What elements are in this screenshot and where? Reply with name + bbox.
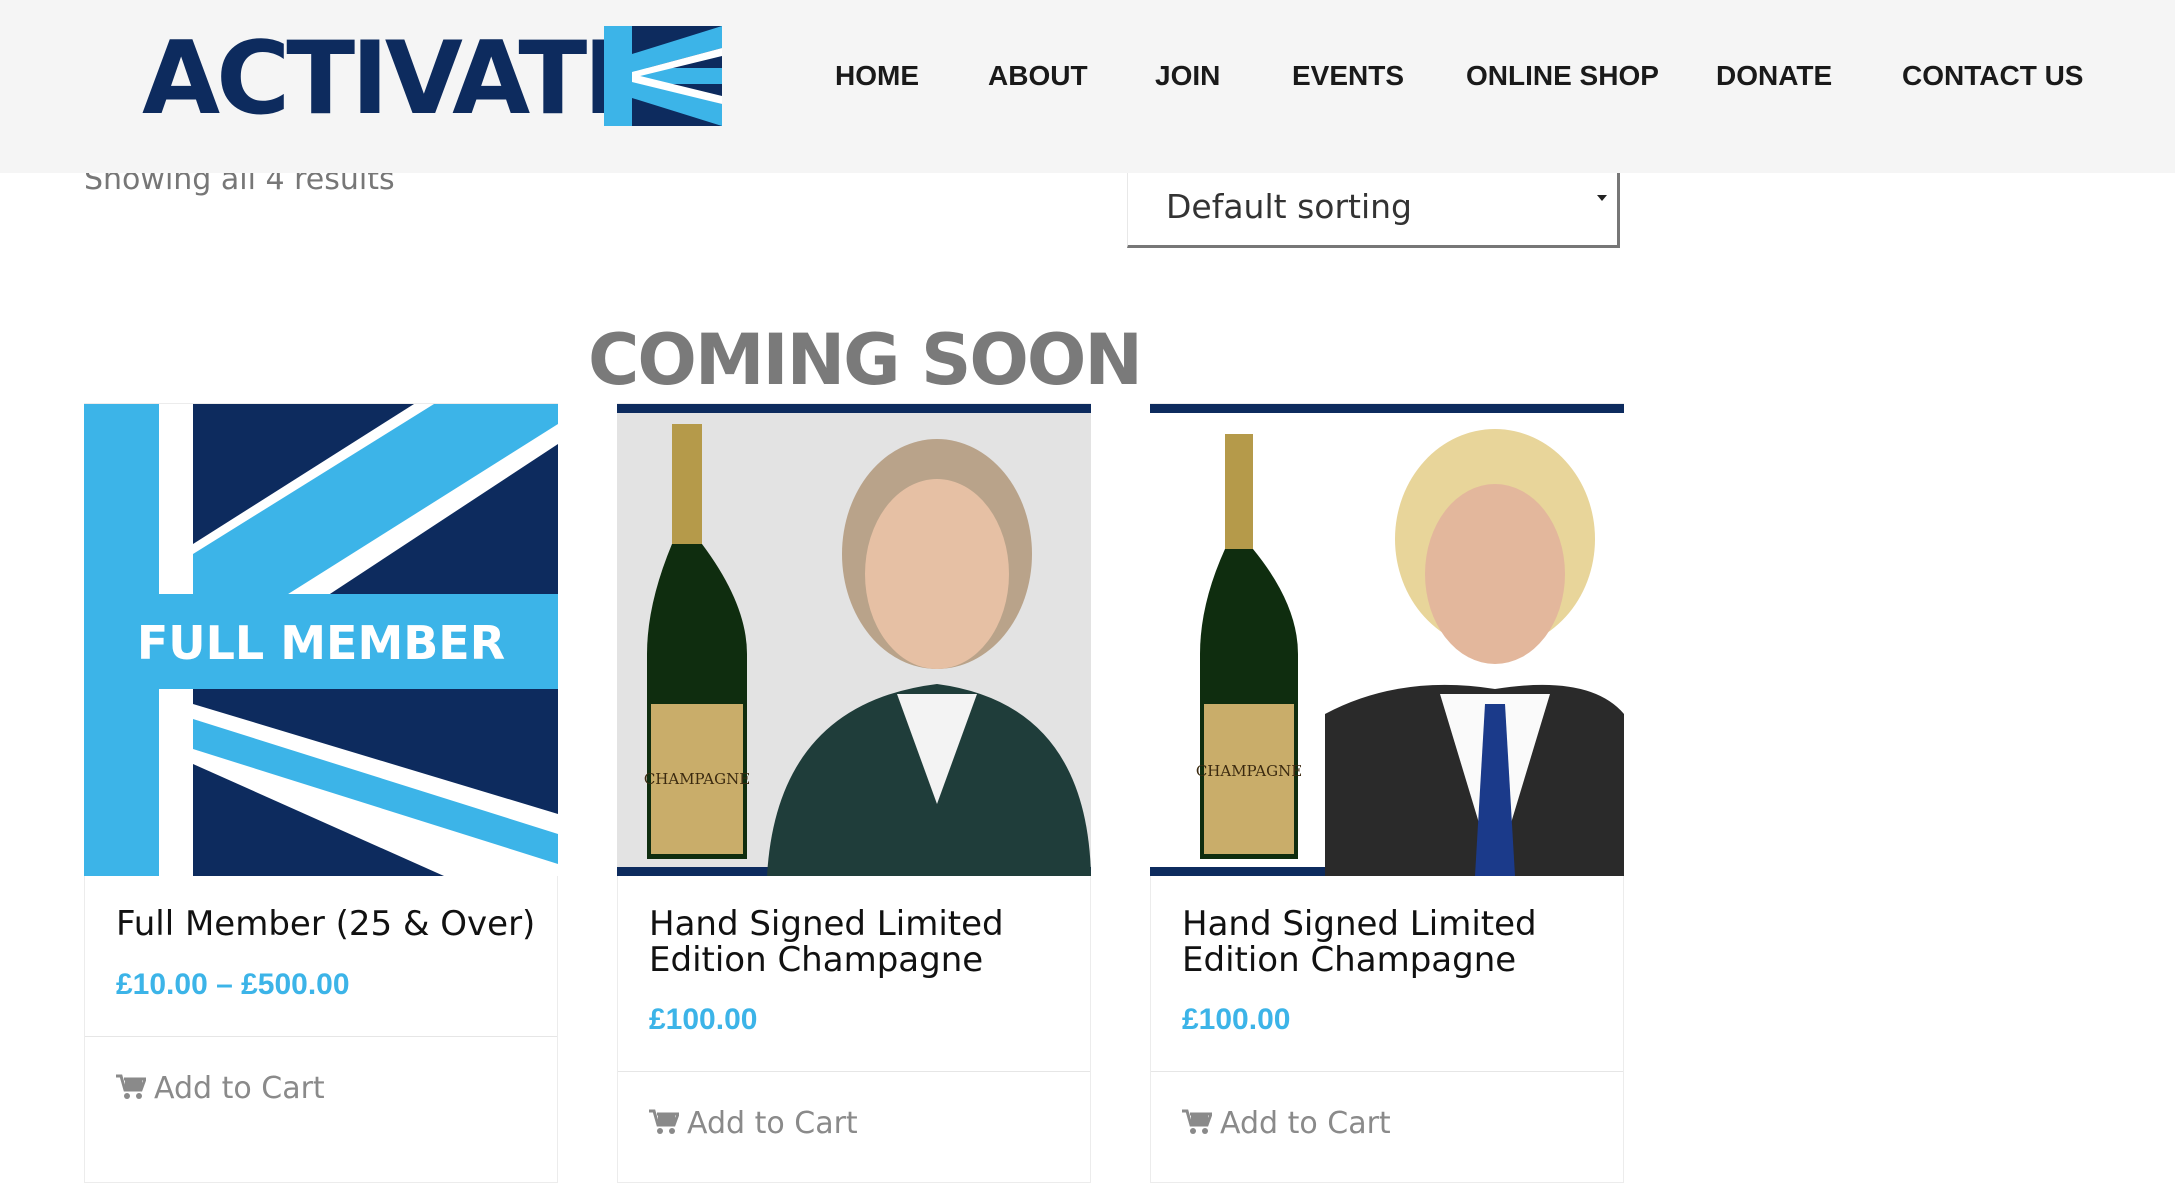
product-title[interactable]: Hand Signed Limited Edition Champagne xyxy=(1182,906,1602,978)
coming-soon-banner: COMING SOON xyxy=(588,319,1143,401)
sorting-selected-value: Default sorting xyxy=(1166,187,1412,226)
product-card-champagne-1: CHAMPAGNE Hand Signed Limited Edition Ch… xyxy=(617,403,1091,1183)
dropdown-arrow-icon xyxy=(1597,195,1607,201)
champagne-portrait-image: CHAMPAGNE xyxy=(617,404,1091,876)
product-title[interactable]: Full Member (25 & Over) xyxy=(116,906,536,942)
champagne-portrait-image: CHAMPAGNE xyxy=(1150,404,1624,876)
full-member-image-label: FULL MEMBER xyxy=(137,616,505,670)
nav-join[interactable]: JOIN xyxy=(1155,56,1220,96)
full-member-flag-image: FULL MEMBER xyxy=(84,404,558,876)
site-logo[interactable]: ACTIVATE xyxy=(142,26,722,130)
add-to-cart-button[interactable]: Add to Cart xyxy=(649,1104,858,1144)
cart-icon xyxy=(649,1109,679,1134)
nav-online-shop[interactable]: ONLINE SHOP xyxy=(1466,56,1659,96)
add-to-cart-button[interactable]: Add to Cart xyxy=(116,1069,325,1109)
add-to-cart-label: Add to Cart xyxy=(154,1071,325,1106)
card-divider xyxy=(618,1071,1090,1072)
product-card-champagne-2: CHAMPAGNE Hand Signed Limited Edition Ch… xyxy=(1150,403,1624,1183)
bottle-label: CHAMPAGNE xyxy=(1196,762,1302,780)
card-divider xyxy=(1151,1071,1623,1072)
sorting-select[interactable]: Default sorting xyxy=(1127,168,1620,248)
product-price: £10.00 – £500.00 xyxy=(116,968,350,1001)
card-divider xyxy=(85,1036,557,1037)
cart-icon xyxy=(116,1074,146,1099)
add-to-cart-label: Add to Cart xyxy=(1220,1106,1391,1141)
product-image-champagne-2[interactable]: CHAMPAGNE xyxy=(1150,404,1624,876)
product-card-full-member: FULL MEMBER Full Member (25 & Over) £10.… xyxy=(84,403,558,1183)
cart-icon xyxy=(1182,1109,1212,1134)
bottle-label: CHAMPAGNE xyxy=(644,770,750,788)
nav-donate[interactable]: DONATE xyxy=(1716,56,1832,96)
nav-contact-us[interactable]: CONTACT US xyxy=(1902,56,2083,96)
nav-home[interactable]: HOME xyxy=(835,56,919,96)
logo-wordmark: ACTIVATE xyxy=(142,19,652,137)
product-image-champagne-1[interactable]: CHAMPAGNE xyxy=(617,404,1091,876)
nav-about[interactable]: ABOUT xyxy=(988,56,1088,96)
union-flag-icon xyxy=(604,26,722,126)
nav-events[interactable]: EVENTS xyxy=(1292,56,1404,96)
add-to-cart-button[interactable]: Add to Cart xyxy=(1182,1104,1391,1144)
product-image-full-member[interactable]: FULL MEMBER xyxy=(84,404,558,876)
product-price: £100.00 xyxy=(1182,1003,1291,1036)
site-header: ACTIVATE HOME ABOUT JOIN EVENTS ONLINE S… xyxy=(0,0,2175,173)
product-price: £100.00 xyxy=(649,1003,758,1036)
add-to-cart-label: Add to Cart xyxy=(687,1106,858,1141)
product-title[interactable]: Hand Signed Limited Edition Champagne xyxy=(649,906,1069,978)
